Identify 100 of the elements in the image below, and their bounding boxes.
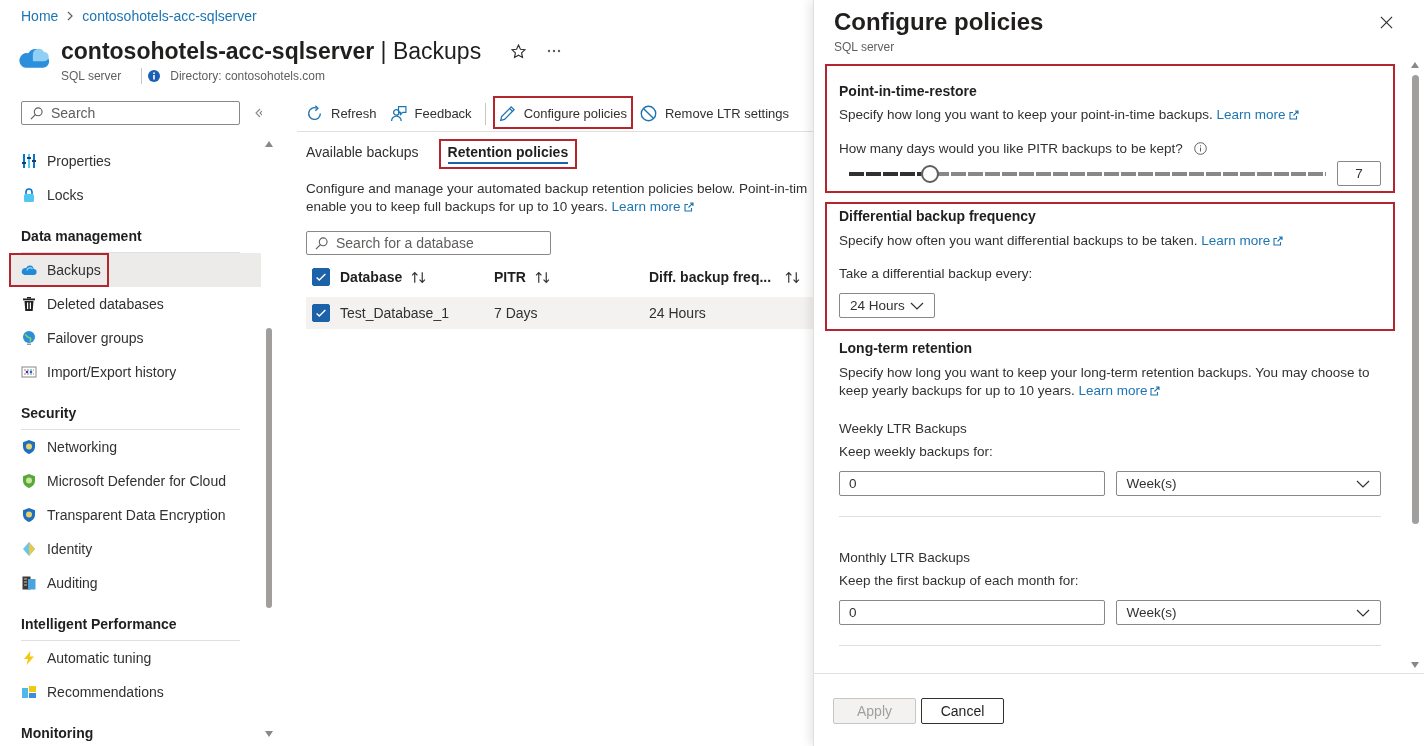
pencil-icon [498,105,516,122]
external-link-icon [1150,386,1161,396]
frequency-dropdown[interactable]: 24 Hours [839,293,935,318]
sidebar-item[interactable]: Identity [10,532,261,566]
sidebar-item[interactable]: Transparent Data Encryption [10,498,261,532]
page-title: contosohotels-acc-sqlserver | Backups [61,37,482,66]
chevron-down-icon [1356,479,1370,488]
sidebar-item[interactable]: Microsoft Defender for Cloud [10,464,261,498]
sort-arrows-icon[interactable] [785,270,801,284]
external-link-icon [683,202,694,212]
search-input[interactable]: Search [51,103,239,123]
panel-subtitle: SQL server [834,39,896,55]
toolbar-button[interactable]: Refresh [303,100,380,127]
tab[interactable]: Retention policies [438,139,578,169]
trash-icon [21,296,37,312]
checkbox[interactable] [312,268,330,286]
sidebar-item[interactable]: Automatic tuning [10,641,261,675]
retention-input[interactable]: 0 [839,600,1105,625]
column-header[interactable]: PITR [494,269,649,285]
description-text: Configure and manage your automated backup retention policies below. Point-in-tim enable you to keep full backups for up to 10 years. Learn more [306,180,809,216]
section-heading: Long-term retention [839,339,973,358]
checkbox[interactable] [312,304,330,322]
sort-arrows-icon[interactable] [411,270,427,284]
toolbar-button[interactable]: Remove LTR settings [636,100,792,127]
shield-icon [21,473,37,489]
sidebar-item[interactable]: Failover groups [10,321,261,355]
table-cell-text: 7 Days [494,305,539,321]
section-heading: Differential backup frequency [839,207,1037,226]
tab[interactable]: Available backups [297,139,428,169]
search-icon [315,236,328,250]
column-header[interactable]: Database [340,269,494,285]
section-heading: Point-in-time-restore [839,82,978,101]
resource-type: SQL server [61,69,122,83]
sidebar-item[interactable]: Properties [10,144,261,178]
search-icon [30,106,43,120]
learn-more-link[interactable]: Learn more [1216,105,1299,125]
table-cell-text: Test_Database_1 [340,305,450,321]
sidebar-item[interactable]: Deleted databases [10,287,261,321]
days-input[interactable]: 7 [1337,161,1381,186]
shield-icon [21,439,37,455]
scroll-up-icon[interactable] [265,141,273,147]
sidebar-item[interactable]: Auditing [10,566,261,600]
breadcrumb-link[interactable]: contosohotels-acc-sqlserver [82,7,257,25]
chevron-down-icon [1356,608,1370,617]
field-label: How many days would you like PITR backups to be kept? [839,140,1183,156]
shield-icon [21,507,37,523]
group-title: Weekly LTR Backups [839,420,968,438]
unit-dropdown[interactable]: Week(s) [1115,600,1381,625]
double-chevron-icon[interactable] [255,108,262,118]
globe-icon [21,330,37,346]
sidebar-item[interactable]: Recommendations [10,675,261,709]
directory-text: Directory: contosohotels.com [170,69,325,83]
table-row[interactable]: Test_Database_1 7 Days 24 Hours [306,297,813,329]
scroll-down-icon[interactable] [1411,662,1419,668]
field-label: Keep the first backup of each month for: [839,572,1080,590]
close-icon[interactable] [1380,16,1393,29]
column-header[interactable]: Diff. backup freq... [649,269,809,285]
document-icon [21,575,37,591]
prohibited-icon [639,105,657,122]
search-field[interactable]: Search [21,101,240,125]
more-icon[interactable] [547,49,562,53]
learn-more-link[interactable]: Learn more [1201,231,1284,251]
info-icon [148,70,161,82]
external-link-icon [1288,110,1299,120]
sidebar-item[interactable]: Locks [10,178,261,212]
sort-arrows-icon[interactable] [534,270,550,284]
scrollbar-thumb[interactable] [1411,75,1419,524]
section-heading: Monitoring [21,709,240,746]
field-label: Take a differential backup every: [839,265,1034,283]
external-link-icon [1273,236,1284,246]
table-cell-text: 24 Hours [649,305,707,321]
sliders-icon [21,153,37,169]
retention-input[interactable]: 0 [839,471,1105,496]
toolbar-button[interactable]: Feedback [386,100,475,127]
section-heading: Intelligent Performance [21,600,240,641]
refresh-icon [306,105,323,122]
learn-more-link[interactable]: Learn more [1078,382,1161,400]
sidebar-item[interactable]: Backups [10,253,261,287]
scrollbar-thumb[interactable] [266,328,272,608]
description-text: Specify how often you want differential backups to be taken. Learn more [839,231,1381,251]
panel-title: Configure policies [834,7,1044,37]
search-input[interactable]: Search for a database [336,233,550,253]
list-icon [21,364,37,380]
slider-thumb[interactable] [921,164,940,183]
toolbar-button[interactable]: Configure policies [495,100,630,127]
unit-dropdown[interactable]: Week(s) [1115,471,1381,496]
sidebar-item[interactable]: Import/Export history [10,355,261,389]
info-icon [1193,141,1207,155]
search-field[interactable]: Search for a database [306,231,551,255]
chevron-icon [67,11,74,21]
diamond-icon [21,541,37,557]
scroll-down-icon[interactable] [265,731,273,737]
scroll-up-icon[interactable] [1411,62,1419,68]
tiles-icon [21,684,37,700]
breadcrumb-link[interactable]: Home [21,7,59,25]
learn-more-link[interactable]: Learn more [611,198,694,216]
star-icon[interactable] [511,43,527,59]
cancel-button[interactable]: Cancel [921,698,1004,724]
field-label: Keep weekly backups for: [839,443,994,461]
sidebar-item[interactable]: Networking [10,430,261,464]
